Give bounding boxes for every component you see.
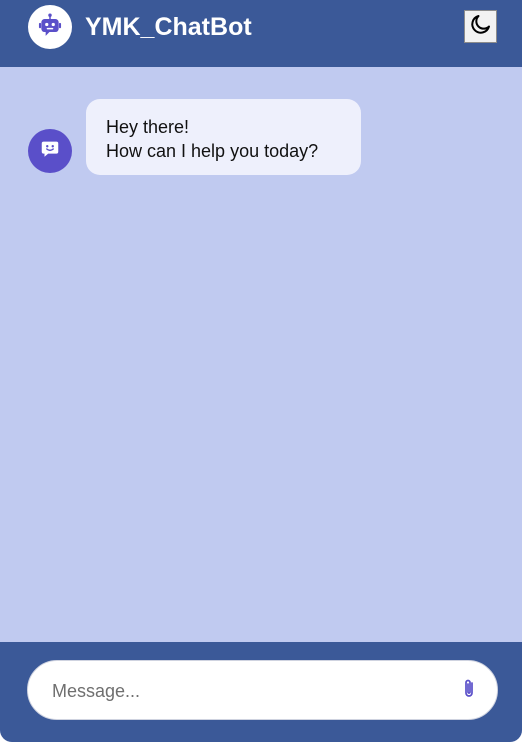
attach-file-button[interactable]	[458, 679, 480, 703]
chatbot-window: YMK_ChatBot Hey there! How can I help yo…	[0, 0, 522, 742]
message-line: How can I help you today?	[106, 141, 319, 161]
chat-footer	[0, 642, 522, 742]
message-line: Hey there!	[106, 117, 190, 137]
moon-icon	[469, 12, 493, 41]
chat-title: YMK_ChatBot	[85, 13, 252, 41]
chat-messages: Hey there! How can I help you today?	[0, 67, 522, 642]
bot-message-bubble: Hey there! How can I help you today?	[86, 99, 361, 175]
chat-smile-icon	[39, 138, 61, 165]
paperclip-icon	[461, 678, 477, 705]
message-composer	[27, 660, 498, 721]
theme-toggle-button[interactable]	[464, 10, 497, 43]
header-avatar	[28, 5, 72, 49]
bot-avatar	[28, 129, 72, 173]
chat-header: YMK_ChatBot	[0, 0, 522, 67]
robot-icon	[37, 12, 63, 43]
message-input[interactable]	[50, 661, 444, 721]
